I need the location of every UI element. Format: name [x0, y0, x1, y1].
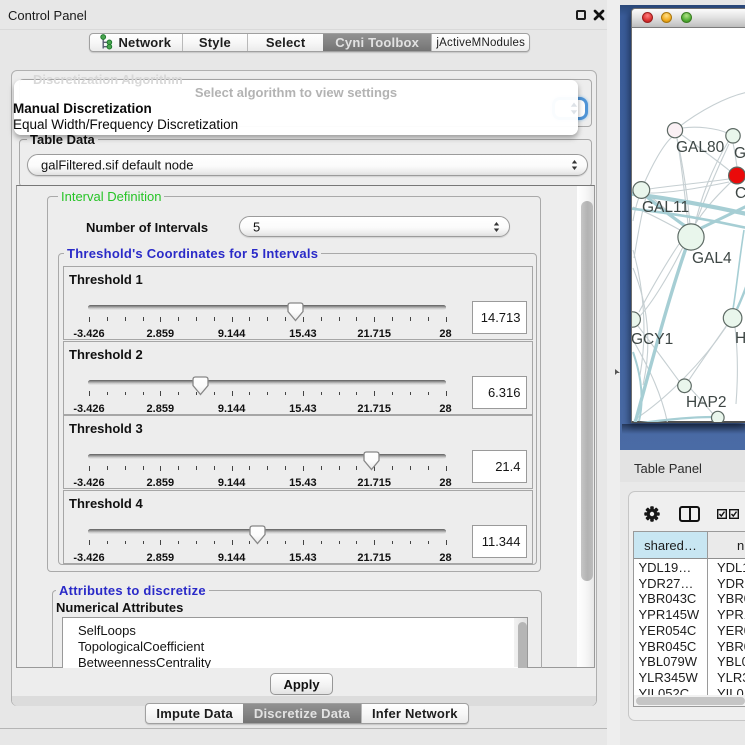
svg-text:GAL80: GAL80	[676, 139, 725, 156]
svg-text:GAL4: GAL4	[692, 250, 732, 267]
svg-text:H: H	[735, 330, 745, 347]
svg-text:HAP2: HAP2	[686, 394, 727, 411]
svg-text:C: C	[735, 185, 745, 202]
svg-text:GA: GA	[734, 145, 745, 162]
svg-text:GAL11: GAL11	[642, 199, 689, 216]
svg-text:GCY1: GCY1	[632, 331, 673, 348]
